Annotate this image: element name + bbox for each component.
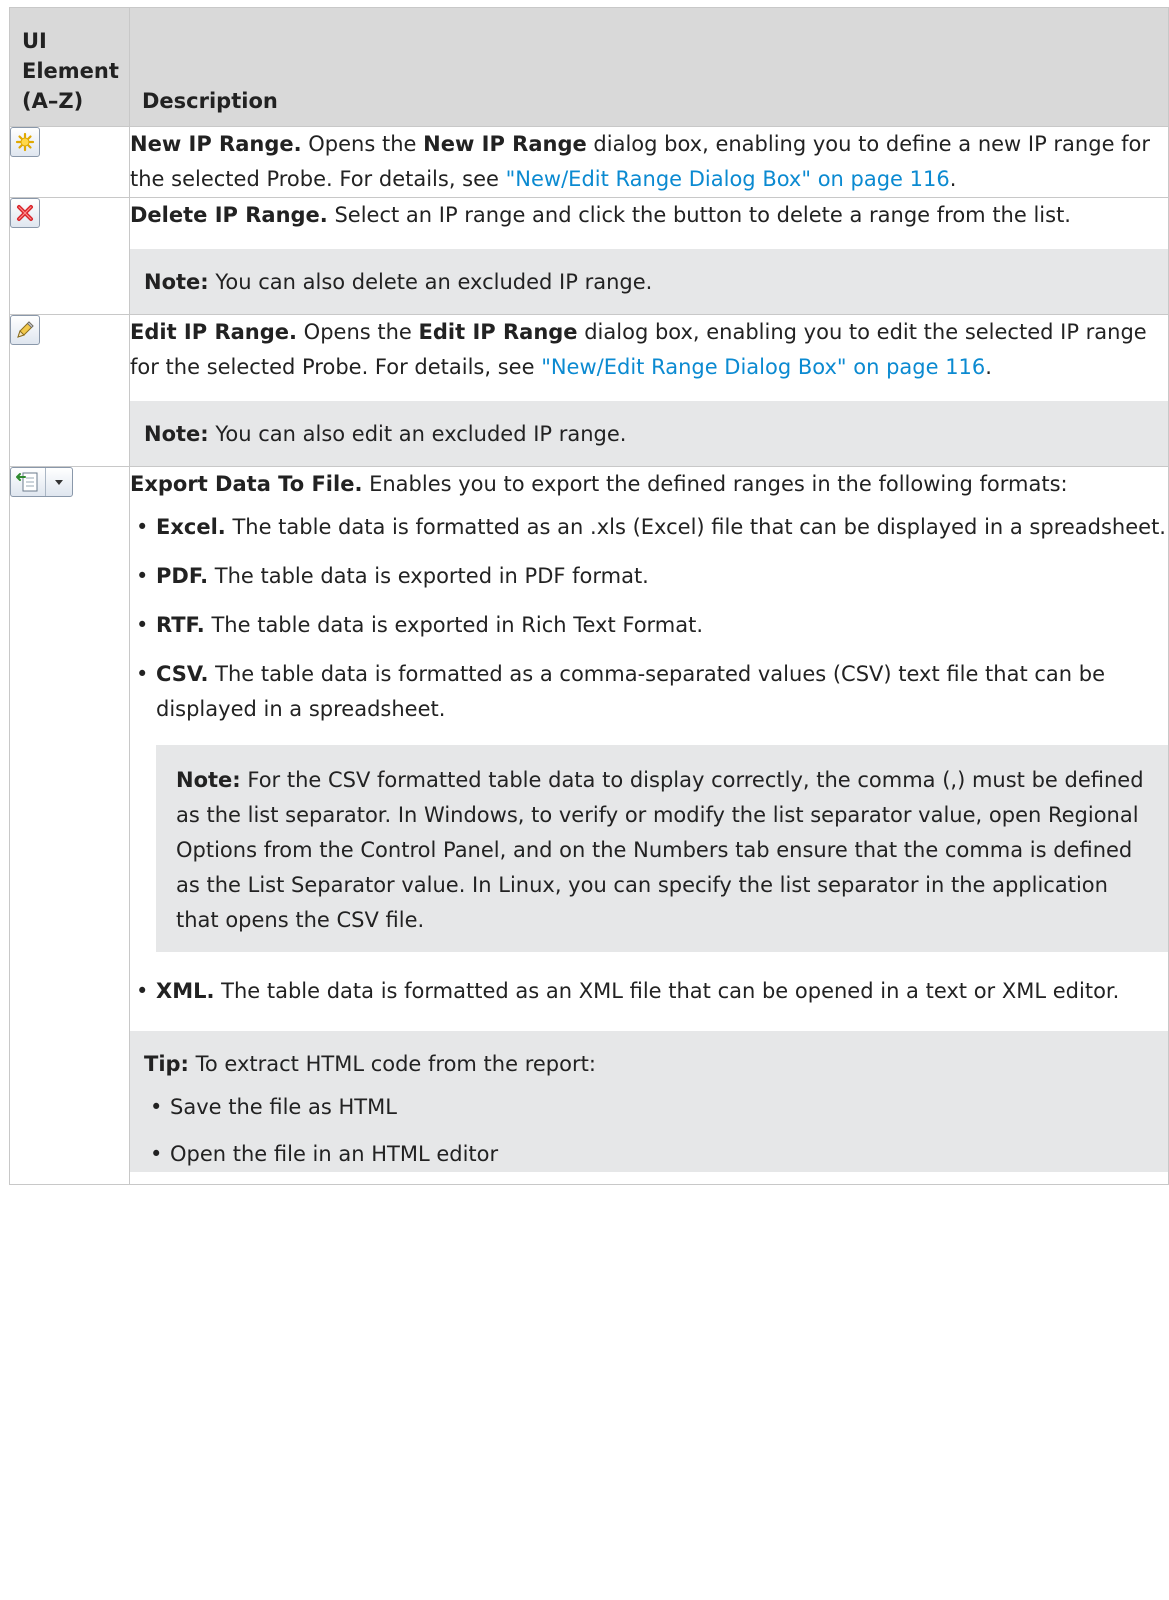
column-header-description: Description bbox=[129, 7, 1169, 127]
list-item: PDF. The table data is exported in PDF f… bbox=[130, 559, 1168, 594]
export-file-icon[interactable] bbox=[11, 468, 46, 496]
export-format-list: Excel. The table data is formatted as an… bbox=[130, 510, 1168, 1009]
ui-elements-table: UI Element (A–Z) Description New IP Rang… bbox=[9, 7, 1169, 1185]
description-cell: Edit IP Range. Opens the Edit IP Range d… bbox=[129, 314, 1169, 467]
list-item: Excel. The table data is formatted as an… bbox=[130, 510, 1168, 545]
list-item: Save the file as HTML bbox=[144, 1090, 1154, 1125]
row-description: Delete IP Range. Select an IP range and … bbox=[130, 203, 1071, 227]
row-description: Edit IP Range. Opens the Edit IP Range d… bbox=[130, 320, 1147, 379]
description-cell: New IP Range. Opens the New IP Range dia… bbox=[129, 126, 1169, 198]
icon-cell bbox=[9, 126, 130, 198]
list-item: XML. The table data is formatted as an X… bbox=[130, 974, 1168, 1009]
new-star-icon[interactable] bbox=[10, 127, 40, 157]
table-row: New IP Range. Opens the New IP Range dia… bbox=[9, 126, 1169, 198]
table-row: Export Data To File. Enables you to expo… bbox=[9, 466, 1169, 1185]
tip-box: Tip: To extract HTML code from the repor… bbox=[130, 1031, 1168, 1172]
list-item: RTF. The table data is exported in Rich … bbox=[130, 608, 1168, 643]
csv-note-box: Note: For the CSV formatted table data t… bbox=[156, 745, 1168, 952]
description-cell: Delete IP Range. Select an IP range and … bbox=[129, 197, 1169, 315]
export-split-button[interactable] bbox=[10, 467, 73, 497]
note-box: Note: You can also edit an excluded IP r… bbox=[130, 401, 1168, 466]
list-item: Open the file in an HTML editor bbox=[144, 1137, 1154, 1172]
tip-steps-list: Save the file as HTML Open the file in a… bbox=[144, 1090, 1154, 1172]
icon-cell bbox=[9, 197, 130, 315]
list-item: CSV. The table data is formatted as a co… bbox=[130, 657, 1168, 952]
pencil-edit-icon[interactable] bbox=[10, 315, 40, 345]
description-cell: Export Data To File. Enables you to expo… bbox=[129, 466, 1169, 1185]
table-row: Edit IP Range. Opens the Edit IP Range d… bbox=[9, 314, 1169, 467]
table-row: Delete IP Range. Select an IP range and … bbox=[9, 197, 1169, 315]
delete-x-icon[interactable] bbox=[10, 198, 40, 228]
new-edit-range-link[interactable]: "New/Edit Range Dialog Box" on page 116 bbox=[541, 355, 985, 379]
note-box: Note: You can also delete an excluded IP… bbox=[130, 249, 1168, 314]
row-description: New IP Range. Opens the New IP Range dia… bbox=[130, 132, 1151, 191]
icon-cell bbox=[9, 314, 130, 467]
table-header-row: UI Element (A–Z) Description bbox=[9, 7, 1169, 127]
column-header-ui-element: UI Element (A–Z) bbox=[9, 7, 130, 127]
row-description: Export Data To File. Enables you to expo… bbox=[130, 472, 1068, 496]
chevron-down-icon[interactable] bbox=[46, 468, 72, 496]
new-edit-range-link[interactable]: "New/Edit Range Dialog Box" on page 116 bbox=[506, 167, 950, 191]
icon-cell bbox=[9, 466, 130, 1185]
